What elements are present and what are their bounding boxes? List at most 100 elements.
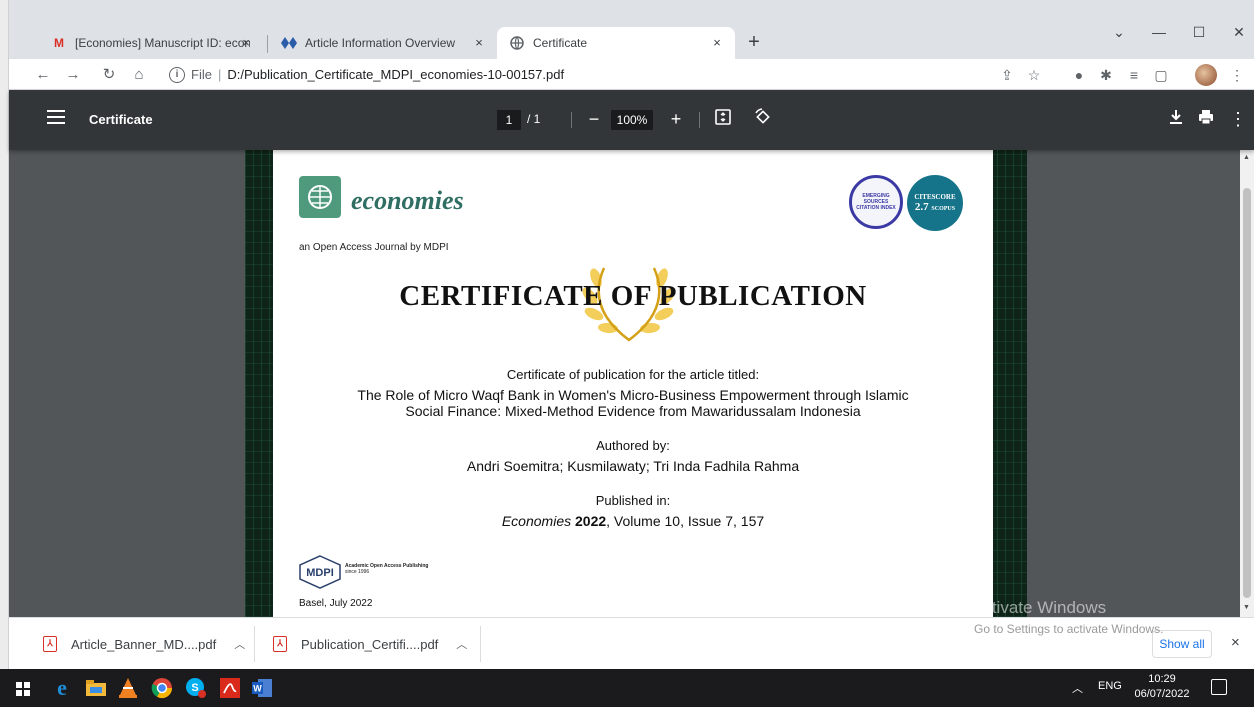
bookmark-star-icon[interactable]: ☆ [1024,65,1044,85]
activate-windows-subtitle: Go to Settings to activate Windows. [974,622,1164,636]
minimize-button[interactable]: — [1144,22,1174,42]
shelf-separator [480,626,481,662]
windows-start-icon[interactable] [16,682,30,696]
notification-icon[interactable] [1211,679,1227,695]
download-icon[interactable] [1165,108,1187,130]
tab-separator [267,35,268,53]
publication-details: Economies 2022, Volume 10, Issue 7, 157 [273,514,993,529]
zoom-level-input[interactable]: 100% [611,110,653,130]
shelf-separator [254,626,255,662]
close-window-button[interactable]: ✕ [1224,22,1254,42]
zoom-in-button[interactable]: + [665,108,687,130]
close-tab-icon[interactable]: × [471,35,487,51]
clock[interactable]: 10:29 06/07/2022 [1134,672,1190,702]
esci-seal: EMERGING SOURCES CITATION INDEX [849,175,903,229]
new-tab-button[interactable]: + [742,31,766,55]
citescore-label: CITESCORE [914,193,956,201]
journal-tagline: an Open Access Journal by MDPI [299,242,449,253]
globe-icon [509,35,525,51]
economies-logo-icon [299,176,341,218]
address-divider: | [217,67,222,82]
info-icon[interactable]: i [169,66,185,83]
download-filename: Publication_Certifi....pdf [301,636,439,652]
chevron-up-icon[interactable]: ︿ [456,636,467,652]
gmail-icon: M [54,36,64,50]
hamburger-menu-icon[interactable] [47,110,65,124]
volume-issue: , Volume 10, Issue 7, 157 [606,513,765,529]
language-indicator[interactable]: ENG [1098,680,1122,692]
download-item[interactable]: ⅄ Article_Banner_MD....pdf ︿ [43,628,245,660]
reload-icon[interactable]: ↻ [99,65,119,85]
address-bar[interactable]: i File | D:/Publication_Certificate_MDPI… [159,62,989,87]
svg-text:S: S [191,682,198,694]
url-text: D:/Publication_Certificate_MDPI_economie… [227,67,565,82]
reading-list-icon[interactable]: ≡ [1124,65,1144,85]
esci-label: EMERGING SOURCES CITATION INDEX [856,193,896,211]
authored-label: Authored by: [596,438,670,453]
diamond-icon [281,35,297,51]
pdf-file-icon: ⅄ [43,636,57,652]
certificate-intro: Certificate of publication for the artic… [506,367,760,382]
tab-certificate[interactable]: Certificate × [497,27,735,59]
menu-kebab-icon[interactable]: ⋮ [1227,65,1247,85]
fit-page-icon[interactable] [712,108,734,130]
pdf-title: Certificate [89,112,153,127]
citescore-value: 2.7 [914,201,929,213]
close-tab-icon[interactable]: × [238,35,254,51]
home-icon[interactable]: ⌂ [129,65,149,85]
file-explorer-icon[interactable] [84,676,108,700]
close-tab-icon[interactable]: × [709,35,725,51]
certificate-heading: CERTIFICATE OF PUBLICATION [399,280,867,312]
tab-article-info[interactable]: Article Information Overview × [269,27,497,59]
pdf-viewport[interactable]: economies an Open Access Journal by MDPI… [9,150,1240,617]
vlc-icon[interactable] [116,676,140,700]
more-actions-icon[interactable]: ⋮ [1227,108,1249,130]
close-shelf-button[interactable]: × [1231,634,1240,651]
page-total: / 1 [527,112,541,126]
tab-gmail[interactable]: M [Economies] Manuscript ID: econ × [39,27,264,59]
extension-icon[interactable]: ● [1069,65,1089,85]
acrobat-icon[interactable] [218,676,242,700]
tab-search-icon[interactable]: ⌄ [1104,22,1134,42]
published-label: Published in: [595,493,671,508]
clock-time: 10:29 [1148,673,1176,685]
print-icon[interactable] [1195,108,1217,130]
svg-text:W: W [253,684,262,694]
tray-chevron-icon[interactable]: ︿ [1072,680,1083,696]
edge-icon[interactable]: e [50,675,74,700]
rotate-icon[interactable] [752,108,774,130]
chrome-icon[interactable] [150,676,174,700]
browser-toolbar: ← → ↻ ⌂ i File | D:/Publication_Certific… [9,59,1254,90]
zoom-out-button[interactable]: − [583,108,605,130]
pdf-file-icon: ⅄ [273,636,287,652]
word-icon[interactable]: W [250,676,274,700]
download-filename: Article_Banner_MD....pdf [71,636,217,652]
publisher-tagline: Academic Open Access Publishing since 199… [345,563,429,575]
puzzle-icon[interactable]: ✱ [1096,65,1116,85]
article-title-line-2: Social Finance: Mixed-Method Evidence fr… [405,403,861,419]
clock-date: 06/07/2022 [1134,688,1190,700]
forward-icon[interactable]: → [63,65,83,85]
maximize-button[interactable]: ☐ [1184,22,1214,42]
article-title-line-1: The Role of Micro Waqf Bank in Women's M… [357,387,909,403]
scroll-up-icon[interactable]: ▲ [1243,154,1250,161]
tab-strip: M [Economies] Manuscript ID: econ × Arti… [9,0,1254,59]
skype-icon[interactable]: S [184,676,208,700]
journal-name: economies [351,186,464,215]
authors: Andri Soemitra; Kusmilawaty; Tri Inda Fa… [466,458,800,474]
journal-italic: Economies [501,513,572,529]
vertical-scrollbar[interactable]: ▲ ▼ [1240,150,1254,617]
citescore-badge: CITESCORE 2.7 SCOPUS [907,175,963,231]
chevron-up-icon[interactable]: ︿ [234,636,245,652]
profile-avatar[interactable] [1195,64,1217,86]
share-icon[interactable]: ⇪ [997,65,1017,85]
download-item[interactable]: ⅄ Publication_Certifi....pdf ︿ [273,628,467,660]
toolbar-separator [699,112,700,128]
file-label: File [191,67,212,82]
scrollbar-thumb[interactable] [1243,188,1251,598]
back-icon[interactable]: ← [33,65,53,85]
svg-text:MDPI: MDPI [306,567,334,579]
scroll-down-icon[interactable]: ▼ [1243,604,1250,611]
side-panel-icon[interactable]: ▢ [1151,65,1171,85]
page-number-input[interactable]: 1 [497,110,521,130]
